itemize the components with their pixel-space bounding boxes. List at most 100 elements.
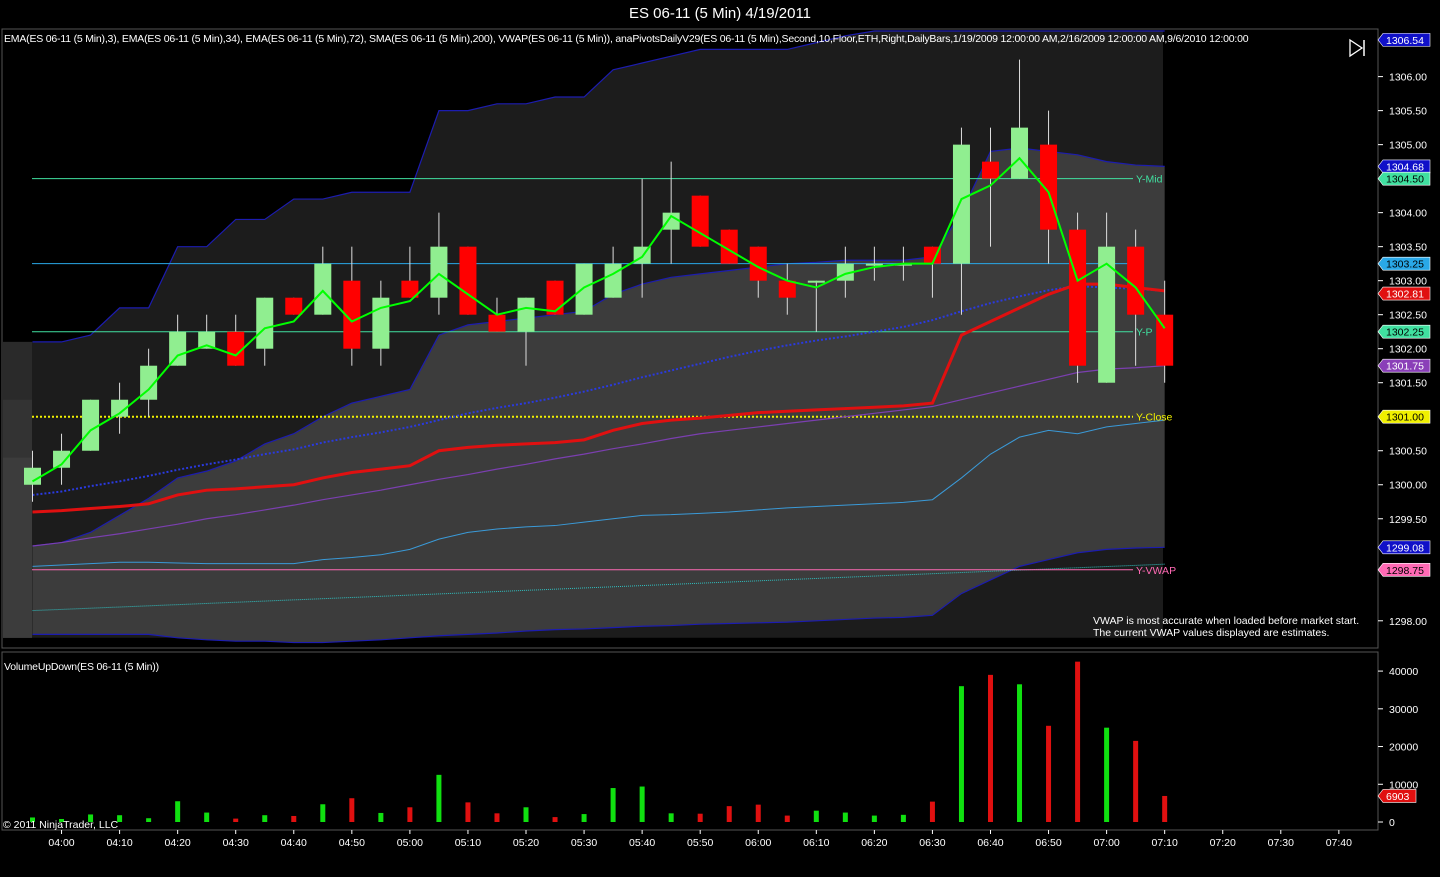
candle-body — [285, 297, 303, 315]
price-badge-label: 1298.75 — [1386, 565, 1424, 577]
candle-body — [169, 331, 187, 366]
candle-body — [952, 144, 970, 264]
volume-bar — [523, 807, 529, 822]
volume-tick-label: 40000 — [1389, 666, 1418, 678]
volume-bar — [639, 786, 645, 822]
window-title: ES 06-11 (5 Min) 4/19/2011 — [0, 0, 1440, 28]
time-tick-label: 06:10 — [803, 837, 829, 849]
volume-bar — [349, 798, 355, 822]
price-tick-label: 1300.50 — [1389, 446, 1427, 458]
price-tick-label: 1298.00 — [1389, 616, 1427, 628]
volume-bar — [1104, 727, 1110, 822]
candle-body — [575, 263, 593, 315]
candle-body — [1040, 144, 1058, 230]
time-tick-label: 07:00 — [1093, 837, 1119, 849]
volume-bar — [436, 774, 442, 822]
volume-bar — [842, 812, 848, 822]
volume-badge-label: 6903 — [1386, 791, 1410, 803]
time-tick-label: 04:20 — [165, 837, 191, 849]
candle-body — [778, 280, 796, 298]
time-tick-label: 05:30 — [571, 837, 597, 849]
volume-bar — [291, 815, 297, 822]
price-badge-label: 1304.50 — [1386, 174, 1424, 186]
vwap-note-line-2: The current VWAP values displayed are es… — [1093, 627, 1330, 639]
price-badge-label: 1299.08 — [1386, 542, 1424, 554]
volume-bar — [610, 788, 616, 822]
candle-body — [372, 297, 390, 349]
volume-tick-label: 0 — [1389, 817, 1395, 829]
volume-bar — [1133, 740, 1139, 822]
time-tick-label: 04:40 — [281, 837, 307, 849]
time-tick-label: 06:30 — [919, 837, 945, 849]
candle-body — [1011, 127, 1029, 179]
time-tick-label: 07:10 — [1152, 837, 1178, 849]
price-indicator-label: EMA(ES 06-11 (5 Min),3), EMA(ES 06-11 (5… — [4, 33, 1249, 45]
volume-bar — [755, 804, 761, 822]
candle-body — [1127, 246, 1145, 315]
time-tick-label: 06:00 — [745, 837, 771, 849]
price-tick-label: 1302.00 — [1389, 344, 1427, 356]
price-badge-label: 1301.75 — [1386, 361, 1424, 373]
time-tick-label: 06:40 — [977, 837, 1003, 849]
candle-body — [1156, 314, 1174, 366]
price-tick-label: 1305.00 — [1389, 140, 1427, 152]
time-tick-label: 07:40 — [1326, 837, 1352, 849]
time-tick-label: 05:20 — [513, 837, 539, 849]
time-tick-label: 04:10 — [106, 837, 132, 849]
candle-body — [981, 161, 999, 179]
volume-bar — [871, 815, 877, 822]
price-tick-label: 1301.50 — [1389, 378, 1427, 390]
volume-bar — [407, 807, 413, 822]
volume-bar — [929, 801, 935, 822]
time-tick-label: 05:40 — [629, 837, 655, 849]
volume-bar — [697, 813, 703, 822]
candle-body — [488, 314, 506, 332]
vwap-note-line-1: VWAP is most accurate when loaded before… — [1093, 615, 1360, 627]
time-tick-label: 04:50 — [339, 837, 365, 849]
candle-body — [691, 195, 709, 247]
volume-bar — [465, 802, 471, 822]
chart-canvas[interactable]: Y-MidPY-PY-CloseY-VWAP1306.001305.501305… — [0, 28, 1440, 877]
volume-bar — [900, 814, 906, 822]
price-badge-label: 1306.54 — [1386, 35, 1424, 47]
volume-bar — [813, 810, 819, 822]
price-badge-label: 1303.25 — [1386, 259, 1424, 271]
price-badge-label: 1301.00 — [1386, 412, 1424, 424]
volume-bar — [378, 812, 384, 822]
price-tick-label: 1302.50 — [1389, 310, 1427, 322]
volume-bar — [146, 818, 152, 822]
price-tick-label: 1303.00 — [1389, 276, 1427, 288]
time-tick-label: 07:30 — [1268, 837, 1294, 849]
volume-panel — [1, 651, 1379, 831]
volume-bar — [175, 801, 181, 822]
time-tick-label: 05:50 — [687, 837, 713, 849]
volume-bar — [1075, 661, 1081, 822]
volume-bar — [233, 818, 239, 822]
volume-bar — [581, 814, 587, 822]
pivot-label-y-p: Y-P — [1136, 327, 1153, 339]
time-tick-label: 05:10 — [455, 837, 481, 849]
time-tick-label: 05:00 — [397, 837, 423, 849]
volume-bar — [1017, 684, 1023, 822]
copyright: © 2011 NinjaTrader, LLC — [3, 819, 119, 831]
candle-body — [604, 263, 622, 298]
candle-body — [1069, 229, 1087, 366]
scroll-to-end-icon[interactable] — [1348, 38, 1370, 58]
pivot-label-y-mid: Y-Mid — [1136, 174, 1163, 186]
time-tick-label: 06:20 — [861, 837, 887, 849]
candle-body — [82, 399, 100, 451]
volume-bar — [320, 804, 326, 822]
volume-bar — [784, 815, 790, 822]
time-tick-label: 06:50 — [1035, 837, 1061, 849]
time-tick-label: 04:30 — [223, 837, 249, 849]
candle-body — [24, 467, 41, 485]
time-tick-label: 04:00 — [48, 837, 74, 849]
price-tick-label: 1303.50 — [1389, 242, 1427, 254]
candle-body — [517, 297, 535, 332]
volume-bar — [668, 813, 674, 822]
price-badge-label: 1302.25 — [1386, 327, 1424, 339]
candle-body — [807, 280, 825, 283]
volume-bar — [552, 817, 558, 822]
candle-body — [256, 297, 274, 349]
candle-body — [314, 263, 332, 315]
